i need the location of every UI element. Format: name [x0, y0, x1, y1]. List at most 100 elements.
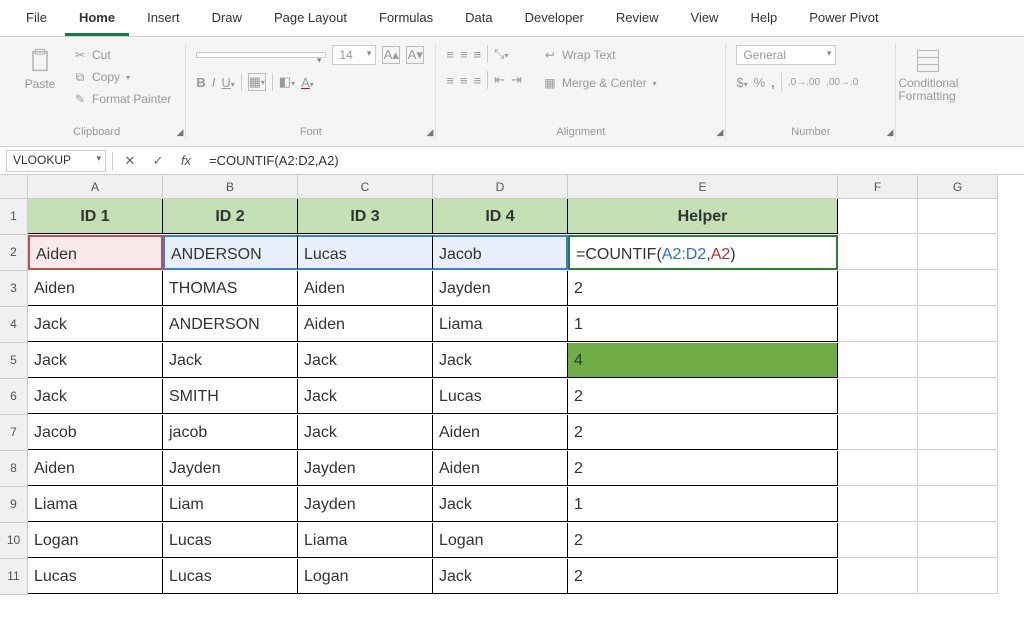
row-header[interactable]: 5	[0, 343, 28, 379]
cell[interactable]: 1	[568, 307, 838, 342]
confirm-formula-button[interactable]: ✓	[147, 153, 169, 169]
cell[interactable]: Jack	[433, 559, 568, 594]
cell[interactable]: 1	[568, 487, 838, 522]
decrease-indent-button[interactable]: ⇤	[494, 72, 505, 88]
cell[interactable]: Logan	[433, 523, 568, 558]
cell[interactable]	[918, 559, 998, 594]
fill-color-button[interactable]: ◧▾	[279, 74, 295, 90]
align-top-button[interactable]: ≡	[446, 47, 454, 62]
font-size-select[interactable]: 14	[332, 45, 376, 65]
cell[interactable]: Aiden	[28, 451, 163, 486]
cell[interactable]	[918, 235, 998, 270]
cell[interactable]: Liama	[433, 307, 568, 342]
cell[interactable]: Aiden	[28, 271, 163, 306]
cell[interactable]: Aiden	[28, 235, 163, 270]
active-cell[interactable]: =COUNTIF(A2:D2,A2)	[568, 235, 838, 270]
cell[interactable]: Jack	[298, 343, 433, 378]
cell[interactable]: Jack	[298, 415, 433, 450]
align-right-button[interactable]: ≡	[474, 73, 482, 88]
cell[interactable]: 2	[568, 379, 838, 414]
cell[interactable]	[838, 307, 918, 342]
copy-button[interactable]: ⧉Copy▾	[68, 67, 175, 87]
cell[interactable]: Jayden	[163, 451, 298, 486]
align-center-button[interactable]: ≡	[460, 73, 468, 88]
decrease-font-button[interactable]: A▾	[406, 46, 424, 64]
orientation-button[interactable]: ⤡▾	[494, 46, 508, 62]
cell[interactable]: Aiden	[433, 451, 568, 486]
number-format-select[interactable]: General	[736, 45, 836, 65]
row-header[interactable]: 4	[0, 307, 28, 343]
tab-view[interactable]: View	[677, 4, 733, 36]
header-cell[interactable]: ID 4	[433, 199, 568, 234]
align-left-button[interactable]: ≡	[446, 73, 454, 88]
cell[interactable]: SMITH	[163, 379, 298, 414]
row-header[interactable]: 2	[0, 235, 28, 271]
cell[interactable]: 2	[568, 451, 838, 486]
merge-center-button[interactable]: ▦Merge & Center▾	[538, 73, 661, 93]
row-header[interactable]: 1	[0, 199, 28, 235]
format-painter-button[interactable]: ✎Format Painter	[68, 89, 175, 109]
row-header[interactable]: 3	[0, 271, 28, 307]
increase-decimal-button[interactable]: .0→.00	[788, 77, 820, 88]
tab-draw[interactable]: Draw	[198, 4, 256, 36]
paste-button[interactable]: Paste	[18, 45, 62, 93]
wrap-text-button[interactable]: ↩Wrap Text	[538, 45, 661, 65]
name-box[interactable]: VLOOKUP	[6, 150, 106, 172]
cell[interactable]: Jack	[433, 343, 568, 378]
cell[interactable]: 2	[568, 559, 838, 594]
cell[interactable]: Liam	[163, 487, 298, 522]
tab-home[interactable]: Home	[65, 4, 129, 36]
cell[interactable]	[918, 379, 998, 414]
cell[interactable]	[838, 379, 918, 414]
cell[interactable]: Lucas	[163, 559, 298, 594]
cell[interactable]: Aiden	[298, 271, 433, 306]
italic-button[interactable]: I	[212, 75, 216, 90]
dialog-launcher-icon[interactable]: ◢	[176, 127, 183, 138]
align-bottom-button[interactable]: ≡	[474, 47, 482, 62]
cell[interactable]: Liama	[28, 487, 163, 522]
cell[interactable]: Jack	[433, 487, 568, 522]
bold-button[interactable]: B	[196, 75, 205, 90]
tab-formulas[interactable]: Formulas	[365, 4, 447, 36]
tab-insert[interactable]: Insert	[133, 4, 194, 36]
cell[interactable]: ANDERSON	[163, 307, 298, 342]
tab-page-layout[interactable]: Page Layout	[260, 4, 361, 36]
font-color-button[interactable]: A▾	[301, 75, 314, 90]
cell[interactable]: Jayden	[433, 271, 568, 306]
cell[interactable]	[838, 487, 918, 522]
cell[interactable]: Jayden	[298, 487, 433, 522]
cell[interactable]: Jayden	[298, 451, 433, 486]
tab-data[interactable]: Data	[451, 4, 506, 36]
header-cell[interactable]: ID 1	[28, 199, 163, 234]
tab-help[interactable]: Help	[736, 4, 791, 36]
cell[interactable]: Lucas	[433, 379, 568, 414]
col-header-c[interactable]: C	[298, 175, 433, 199]
row-header[interactable]: 9	[0, 487, 28, 523]
cell[interactable]: Lucas	[298, 235, 433, 270]
col-header-b[interactable]: B	[163, 175, 298, 199]
cell[interactable]: Liama	[298, 523, 433, 558]
cell[interactable]: Jack	[28, 379, 163, 414]
row-header[interactable]: 10	[0, 523, 28, 559]
dialog-launcher-icon[interactable]: ◢	[426, 127, 433, 138]
font-name-select[interactable]	[196, 52, 326, 58]
insert-function-button[interactable]: fx	[175, 153, 197, 168]
cancel-formula-button[interactable]: ✕	[119, 153, 141, 169]
comma-button[interactable]: ,	[771, 75, 775, 90]
col-header-d[interactable]: D	[433, 175, 568, 199]
cell[interactable]	[918, 199, 998, 234]
header-cell[interactable]: Helper	[568, 199, 838, 234]
cell[interactable]: Jack	[28, 343, 163, 378]
dialog-launcher-icon[interactable]: ◢	[886, 127, 893, 138]
cell[interactable]	[838, 271, 918, 306]
conditional-formatting-button[interactable]: Conditional Formatting	[906, 45, 950, 105]
cell[interactable]: Aiden	[433, 415, 568, 450]
col-header-e[interactable]: E	[568, 175, 838, 199]
cell[interactable]: 2	[568, 415, 838, 450]
cell[interactable]	[838, 415, 918, 450]
formula-input[interactable]: =COUNTIF(A2:D2,A2)	[203, 151, 1018, 170]
cell[interactable]	[918, 487, 998, 522]
cell[interactable]: Logan	[298, 559, 433, 594]
row-header[interactable]: 8	[0, 451, 28, 487]
currency-button[interactable]: $▾	[736, 75, 747, 90]
